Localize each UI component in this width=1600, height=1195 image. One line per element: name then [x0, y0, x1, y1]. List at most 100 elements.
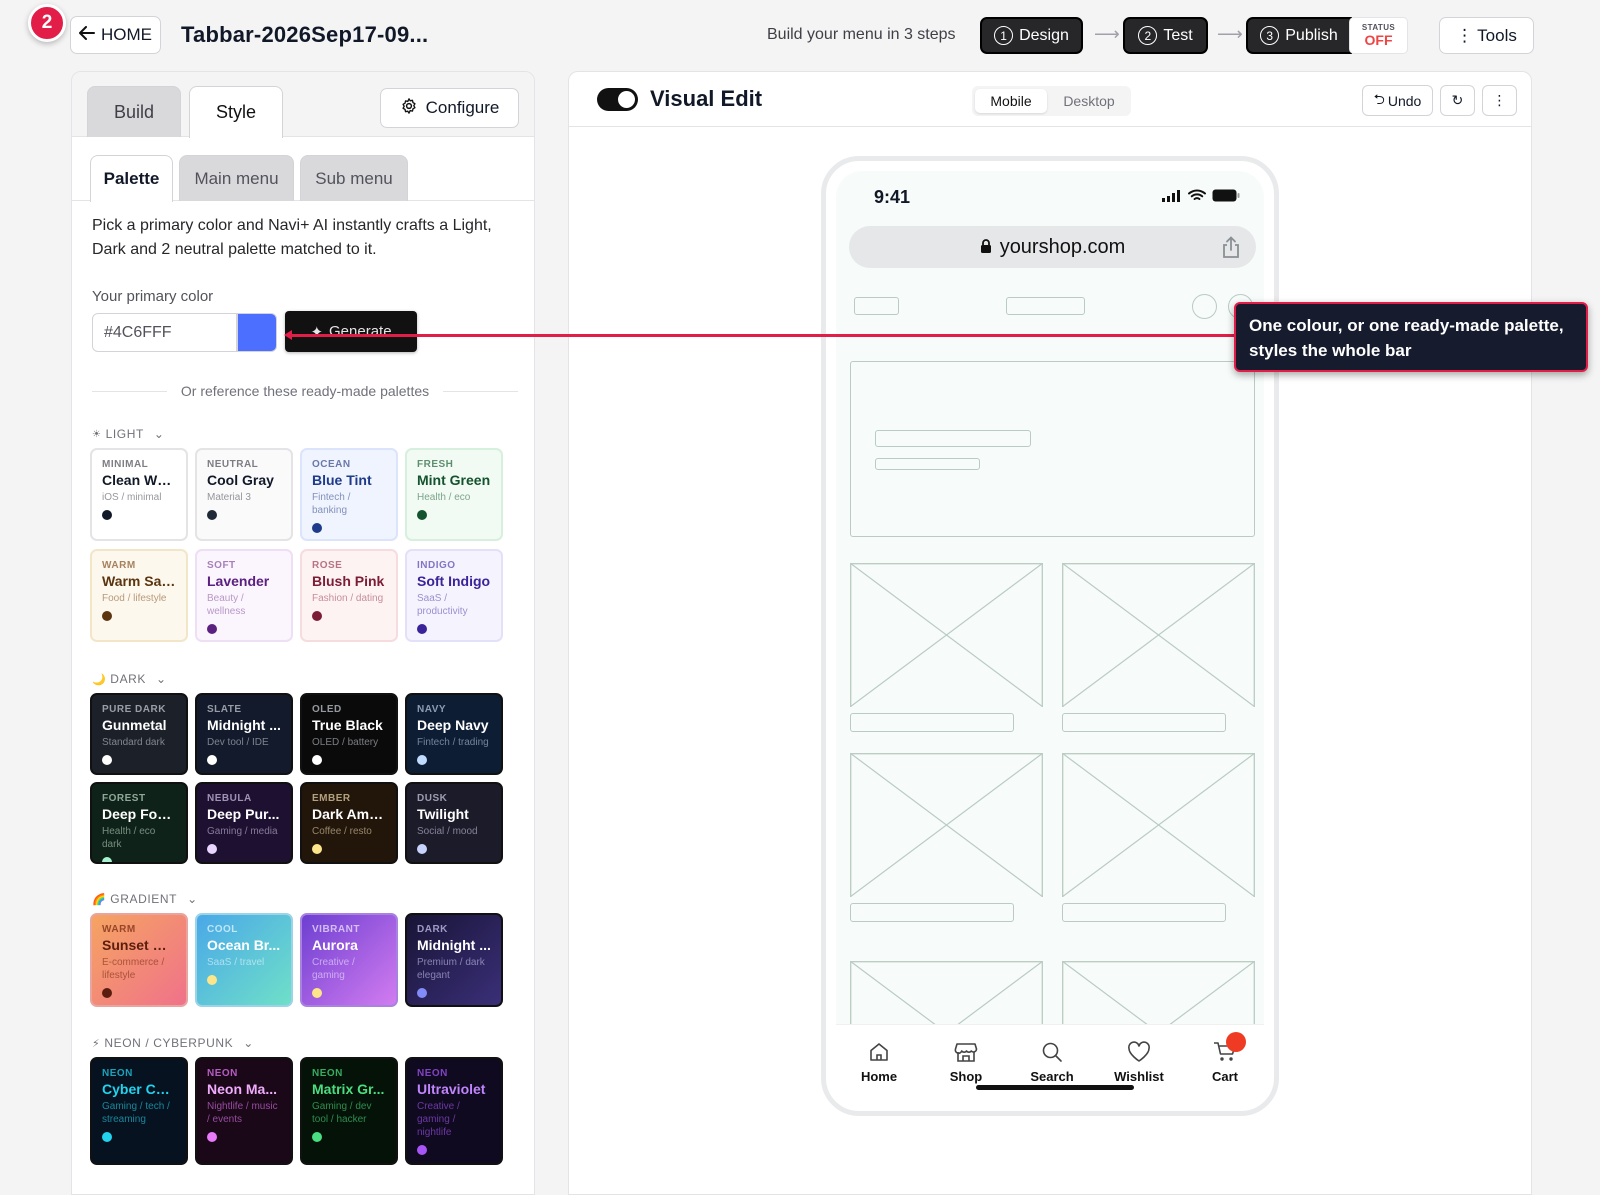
palette-card[interactable]: NEON Neon Ma... Nightlife / music / events — [195, 1057, 293, 1165]
palette-card[interactable]: WARM Warm Sand Food / lifestyle — [90, 549, 188, 642]
palette-color-dot — [207, 1132, 217, 1142]
palette-color-dot — [207, 510, 217, 520]
visual-edit-toggle[interactable] — [597, 88, 638, 111]
more-options-button[interactable]: ⋮ — [1482, 85, 1517, 116]
generate-label: Generate — [329, 323, 392, 340]
palette-card[interactable]: NEON Matrix Gr... Gaming / dev tool / hack… — [300, 1057, 398, 1165]
step-test-button[interactable]: 2 Test — [1123, 17, 1208, 54]
wireframe-text-line — [875, 458, 980, 470]
group-header-gradient[interactable]: 🌈 GRADIENT ⌄ — [92, 892, 198, 906]
palette-card[interactable]: SOFT Lavender Beauty / wellness — [195, 549, 293, 642]
palette-card[interactable]: NEON Cyber Cyan Gaming / tech / streaming — [90, 1057, 188, 1165]
nav-item-search[interactable]: Search — [1012, 1041, 1092, 1084]
step-design-button[interactable]: 1 Design — [980, 17, 1083, 54]
group-header-light[interactable]: ☀ LIGHT ⌄ — [92, 427, 165, 441]
palette-name: Midnight ... — [207, 717, 281, 733]
palette-tag: COOL — [207, 924, 238, 935]
nav-item-home[interactable]: Home — [839, 1041, 919, 1084]
view-mode-switch: Mobile Desktop — [972, 86, 1131, 116]
moon-icon: 🌙 — [92, 673, 107, 686]
panel-tabbar: Build Style Configure — [72, 72, 534, 138]
palette-card[interactable]: NEBULA Deep Pur... Gaming / media — [195, 782, 293, 864]
palette-tag: NEON — [207, 1068, 238, 1079]
primary-color-swatch[interactable] — [237, 313, 277, 352]
palette-tag: FOREST — [102, 793, 146, 804]
wifi-icon — [1188, 189, 1206, 207]
palette-color-dot — [417, 755, 427, 765]
palette-card[interactable]: FOREST Deep Forest Health / eco dark — [90, 782, 188, 864]
palette-description: SaaS / productivity — [417, 593, 468, 617]
wireframe-image-placeholder — [850, 563, 1043, 707]
palette-color-dot — [102, 857, 112, 862]
palette-card[interactable]: OLED True Black OLED / battery — [300, 693, 398, 775]
palette-description: E-commerce / lifestyle — [102, 957, 165, 981]
share-icon[interactable] — [1222, 236, 1240, 264]
view-desktop-button[interactable]: Desktop — [1049, 89, 1129, 113]
palette-card[interactable]: WARM Sunset Gl... E-commerce / lifestyle — [90, 913, 188, 1007]
nav-item-cart[interactable]: Cart — [1185, 1041, 1264, 1084]
subtab-main-menu[interactable]: Main menu — [179, 155, 294, 201]
palette-card[interactable]: NAVY Deep Navy Fintech / trading — [405, 693, 503, 775]
palette-color-dot — [312, 523, 322, 533]
palettes-divider: Or reference these ready-made palettes — [92, 383, 518, 399]
redo-icon: ↻ — [1451, 92, 1464, 108]
palette-description: Premium / dark elegant — [417, 957, 485, 981]
step-publish-button[interactable]: 3 Publish — [1246, 17, 1352, 54]
palette-color-dot — [417, 1145, 427, 1155]
palette-name: Gunmetal — [102, 717, 167, 733]
palette-card[interactable]: SLATE Midnight ... Dev tool / IDE — [195, 693, 293, 775]
wireframe-image-placeholder — [1062, 563, 1255, 707]
palette-card[interactable]: DARK Midnight ... Premium / dark elegant — [405, 913, 503, 1007]
palette-card[interactable]: NEON Ultraviolet Creative / gaming / night… — [405, 1057, 503, 1165]
nav-item-wishlist[interactable]: Wishlist — [1099, 1041, 1179, 1084]
palette-color-dot — [312, 1132, 322, 1142]
wireframe-caption — [1062, 713, 1226, 732]
nav-label: Cart — [1211, 1069, 1238, 1084]
palette-card[interactable]: COOL Ocean Br... SaaS / travel — [195, 913, 293, 1007]
palette-card[interactable]: PURE DARK Gunmetal Standard dark — [90, 693, 188, 775]
tutorial-callout: One colour, or one ready-made palette, s… — [1234, 302, 1588, 372]
home-icon — [868, 1041, 890, 1066]
tab-build[interactable]: Build — [87, 86, 181, 137]
arrow-right-icon: ⟶ — [1217, 24, 1243, 44]
tab-style[interactable]: Style — [189, 86, 283, 138]
group-header-neon[interactable]: ⚡ NEON / CYBERPUNK ⌄ — [92, 1036, 254, 1050]
palette-tag: OCEAN — [312, 459, 351, 470]
palette-description: Social / mood — [417, 826, 478, 837]
palette-card[interactable]: FRESH Mint Green Health / eco — [405, 448, 503, 541]
palette-card[interactable]: OCEAN Blue Tint Fintech / banking — [300, 448, 398, 541]
status-bar-time: 9:41 — [874, 187, 911, 207]
browser-url-bar[interactable]: yourshop.com — [849, 226, 1256, 268]
palette-card[interactable]: VIBRANT Aurora Creative / gaming — [300, 913, 398, 1007]
wireframe-hero — [850, 361, 1255, 537]
palette-card[interactable]: MINIMAL Clean Wh... iOS / minimal — [90, 448, 188, 541]
view-mobile-button[interactable]: Mobile — [975, 89, 1047, 113]
palette-description: Creative / gaming — [312, 957, 355, 981]
nav-item-shop[interactable]: Shop — [926, 1041, 1006, 1084]
group-header-dark[interactable]: 🌙 DARK ⌄ — [92, 672, 167, 686]
undo-button[interactable]: ⮌ Undo — [1362, 85, 1433, 116]
palette-card[interactable]: NEUTRAL Cool Gray Material 3 — [195, 448, 293, 541]
subtab-sub-menu[interactable]: Sub menu — [300, 155, 408, 201]
step-number-badge: 2 — [28, 4, 66, 42]
divider-line — [443, 390, 518, 392]
tools-button[interactable]: ⋮ Tools — [1439, 17, 1534, 54]
palette-description: Fintech / banking — [312, 492, 351, 516]
palette-card[interactable]: DUSK Twilight Social / mood — [405, 782, 503, 864]
subtab-palette[interactable]: Palette — [90, 155, 173, 202]
configure-button[interactable]: Configure — [380, 88, 519, 128]
nav-label: Wishlist — [1114, 1069, 1164, 1084]
home-button[interactable]: HOME — [70, 16, 161, 54]
primary-color-input[interactable] — [92, 313, 237, 352]
redo-button[interactable]: ↻ — [1440, 85, 1475, 116]
palette-name: Midnight ... — [417, 937, 491, 953]
undo-icon: ⮌ — [1373, 90, 1385, 107]
primary-color-label: Your primary color — [92, 288, 214, 305]
palette-card[interactable]: EMBER Dark Amber Coffee / resto — [300, 782, 398, 864]
palette-card[interactable]: ROSE Blush Pink Fashion / dating — [300, 549, 398, 642]
palette-description: Standard dark — [102, 737, 165, 748]
palette-color-dot — [102, 1132, 112, 1142]
palette-card[interactable]: INDIGO Soft Indigo SaaS / productivity — [405, 549, 503, 642]
generate-button[interactable]: ✦ Generate — [285, 311, 417, 352]
sun-icon: ☀ — [92, 428, 102, 440]
